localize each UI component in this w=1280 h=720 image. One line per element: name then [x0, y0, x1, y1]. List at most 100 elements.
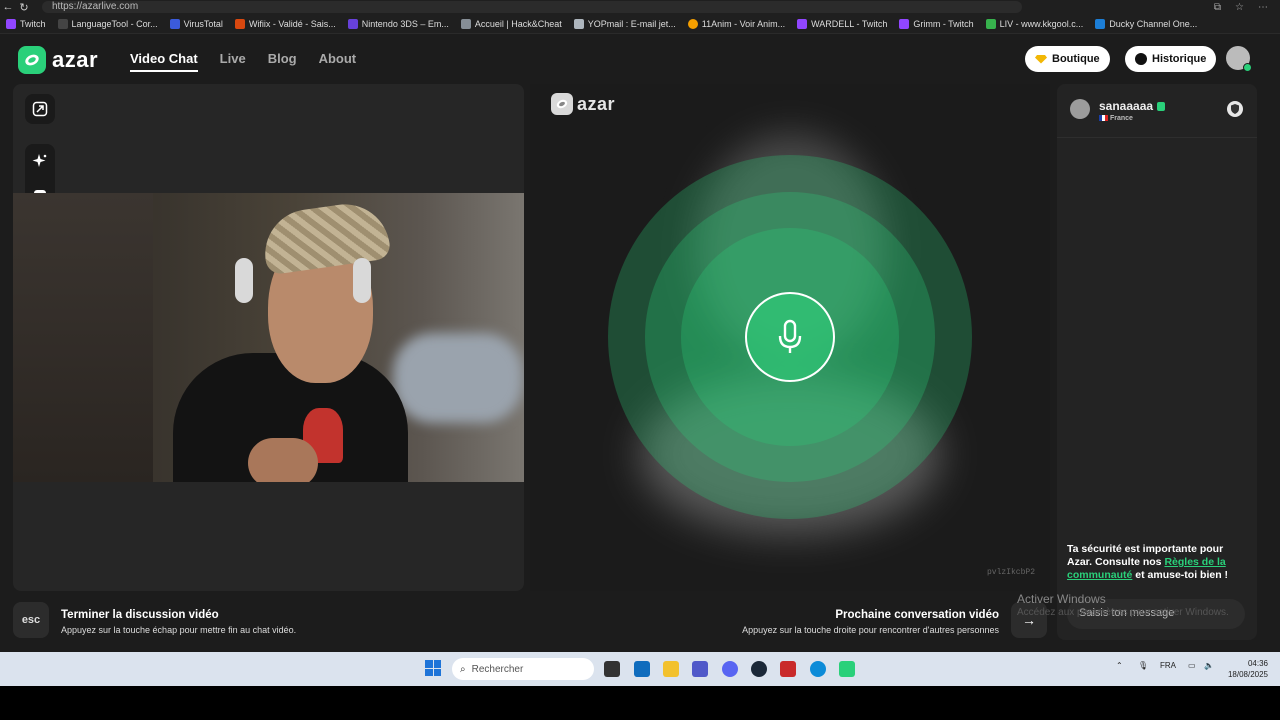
- bookmark-icon: [1095, 18, 1106, 29]
- search-icon: ⌕: [460, 663, 466, 675]
- verified-badge-icon: [1157, 101, 1166, 111]
- end-chat-hint: Appuyez sur la touche échap pour mettre …: [61, 625, 297, 635]
- room-code: pvlzIkcbP2: [986, 568, 1035, 577]
- volume-icon[interactable]: 🔈: [1204, 661, 1214, 670]
- logo-text: azar: [577, 93, 616, 114]
- next-chat-control: Prochaine conversation vidéo Appuyez sur…: [700, 602, 1047, 642]
- next-chat-title: Prochaine conversation vidéo: [835, 609, 999, 621]
- bookmark-icon: [687, 18, 698, 29]
- partner-avatar[interactable]: [1070, 99, 1090, 119]
- edge-icon[interactable]: [810, 661, 826, 677]
- partner-video-panel: azar pvlzIkcbP2: [530, 84, 1050, 591]
- background-object: [393, 333, 523, 423]
- twitch-icon: [797, 18, 808, 29]
- bookmark-icon: [169, 18, 180, 29]
- date-text: 18/08/2025: [1227, 670, 1268, 679]
- file-explorer-icon[interactable]: [663, 661, 679, 677]
- microphone-tray-icon[interactable]: 🎙: [1138, 661, 1148, 670]
- clock-icon: [1135, 53, 1147, 65]
- outlook-icon[interactable]: [634, 661, 650, 677]
- url-field[interactable]: https://azarlive.com: [42, 1, 1022, 13]
- network-icon[interactable]: ▭: [1188, 661, 1196, 670]
- windows-start-icon[interactable]: [425, 660, 441, 676]
- partner-country-text: France: [1110, 115, 1133, 122]
- teams-icon[interactable]: [692, 661, 708, 677]
- main-nav: Video Chat Live Blog About: [130, 51, 356, 72]
- expand-icon: [32, 101, 48, 117]
- bookmark-icon: [573, 18, 584, 29]
- safety-message: Ta sécurité est importante pour Azar. Co…: [1067, 543, 1249, 582]
- time-text: 04:36: [1247, 659, 1268, 668]
- profile-avatar[interactable]: [1226, 46, 1252, 72]
- task-view-icon[interactable]: [604, 661, 620, 677]
- expand-button[interactable]: [25, 94, 55, 124]
- discord-icon[interactable]: [722, 661, 738, 677]
- bookmark[interactable]: LanguageTool - Cor...: [57, 18, 158, 29]
- reload-icon[interactable]: ↻: [16, 1, 32, 14]
- historique-label: Historique: [1152, 53, 1207, 65]
- video-app-icon[interactable]: [780, 661, 796, 677]
- taskbar-search[interactable]: ⌕ Rechercher: [452, 658, 594, 680]
- gem-icon: [1035, 54, 1047, 64]
- watermark-subtitle: Accédez aux paramètres pour activer Wind…: [1017, 607, 1229, 618]
- favorite-icon[interactable]: ☆: [1235, 2, 1244, 13]
- chevron-up-icon[interactable]: ⌃: [1116, 661, 1123, 670]
- bookmark[interactable]: Accueil | Hack&Cheat: [460, 18, 562, 29]
- system-clock[interactable]: 04:36 18/08/2025: [1226, 658, 1268, 680]
- more-icon[interactable]: ⋯: [1258, 2, 1268, 13]
- twitch-icon: [6, 18, 16, 29]
- bookmark-icon: [460, 18, 471, 29]
- partner-name-text: sanaaaaa: [1099, 99, 1154, 113]
- next-chat-hint: Appuyez sur la touche droite pour rencon…: [742, 625, 999, 635]
- end-chat-title: Terminer la discussion vidéo: [61, 609, 219, 621]
- language-indicator[interactable]: FRA: [1160, 661, 1176, 670]
- azar-taskbar-icon[interactable]: [839, 661, 855, 677]
- partner-azar-watermark: azar: [551, 93, 615, 115]
- bookmark-icon: [57, 18, 68, 29]
- back-icon[interactable]: ←: [0, 1, 16, 13]
- steam-icon[interactable]: [751, 661, 767, 677]
- boutique-button[interactable]: Boutique: [1025, 46, 1110, 72]
- watermark-title: Activer Windows: [1017, 592, 1106, 606]
- esc-button[interactable]: esc: [13, 602, 49, 638]
- nav-about[interactable]: About: [319, 51, 357, 72]
- bookmark[interactable]: LIV - www.kkgool.c...: [985, 18, 1083, 29]
- safety-text-end: et amuse-toi bien !: [1132, 569, 1229, 581]
- bookmark[interactable]: WARDELL - Twitch: [797, 18, 887, 29]
- bookmark[interactable]: Ducky Channel One...: [1095, 18, 1197, 29]
- extensions-icon[interactable]: ⧉: [1214, 2, 1221, 13]
- partner-name: sanaaaaa: [1099, 99, 1166, 113]
- bookmark[interactable]: Nintendo 3DS – Em...: [347, 18, 449, 29]
- my-camera-feed: [13, 193, 524, 482]
- bookmark-icon: [234, 18, 245, 29]
- bookmark[interactable]: 11Anim - Voir Anim...: [687, 18, 785, 29]
- nav-blog[interactable]: Blog: [268, 51, 297, 72]
- bookmark[interactable]: Twitch: [6, 18, 46, 29]
- report-button[interactable]: [1227, 101, 1243, 117]
- nav-live[interactable]: Live: [220, 51, 246, 72]
- headphone-left: [235, 258, 253, 303]
- partner-header: sanaaaaa France: [1057, 84, 1257, 138]
- my-video-panel: [13, 84, 524, 591]
- nav-video-chat[interactable]: Video Chat: [130, 51, 198, 72]
- bookmark[interactable]: Wifiix - Validé - Sais...: [234, 18, 336, 29]
- bookmark[interactable]: VirusTotal: [169, 18, 223, 29]
- online-status-dot: [1243, 63, 1252, 72]
- person-hand: [248, 438, 318, 482]
- france-flag-icon: [1099, 115, 1108, 122]
- partner-country: France: [1099, 115, 1133, 122]
- sparkle-icon: [32, 154, 47, 167]
- historique-button[interactable]: Historique: [1125, 46, 1217, 72]
- headphone-right: [353, 258, 371, 303]
- windows-activation-watermark: Activer Windows Accédez aux paramètres p…: [1017, 592, 1229, 620]
- azar-logo-icon: [18, 46, 46, 74]
- azar-logo[interactable]: azar: [18, 46, 98, 74]
- azar-app: azar Video Chat Live Blog About Boutique…: [0, 34, 1280, 680]
- letterbox: [0, 686, 1280, 720]
- bookmark-icon: [985, 18, 996, 29]
- effects-button[interactable]: [25, 146, 55, 176]
- search-placeholder: Rechercher: [471, 663, 524, 675]
- bookmark[interactable]: YOPmail : E-mail jet...: [573, 18, 676, 29]
- bookmark-icon: [347, 18, 358, 29]
- bookmark[interactable]: Grimm - Twitch: [899, 18, 974, 29]
